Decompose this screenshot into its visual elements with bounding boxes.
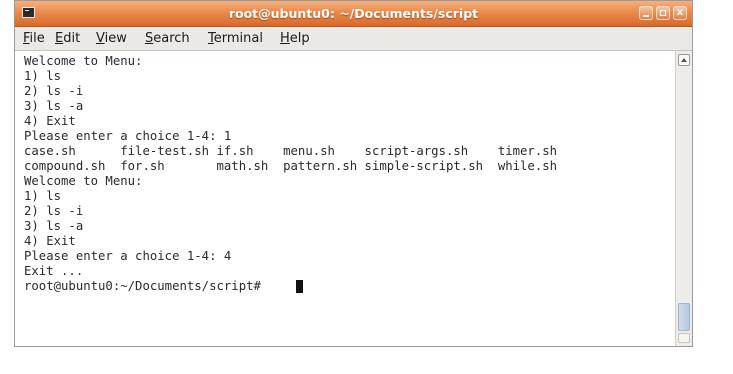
terminal-line: Exit ... xyxy=(24,264,84,278)
terminal-line: Welcome to Menu: xyxy=(24,54,143,68)
terminal-window: root@ubuntu0: ~/Documents/script x File … xyxy=(14,0,693,347)
terminal-line: compound.sh for.sh math.sh pattern.sh si… xyxy=(24,159,558,173)
terminal-line: 4) Exit xyxy=(24,114,76,128)
menu-file[interactable]: File xyxy=(23,31,45,46)
menu-edit[interactable]: Edit xyxy=(55,31,80,46)
scroll-up-arrow-icon[interactable] xyxy=(678,54,690,66)
title-bar[interactable]: root@ubuntu0: ~/Documents/script x xyxy=(15,1,692,27)
terminal-line: 1) ls xyxy=(24,189,62,203)
scroll-down-arrow-icon[interactable] xyxy=(678,333,690,343)
terminal-line: Please enter a choice 1-4: 4 xyxy=(24,249,232,263)
terminal-line: 2) ls -i xyxy=(24,204,84,218)
close-button[interactable]: x xyxy=(673,6,687,20)
menu-view[interactable]: View xyxy=(96,31,127,46)
prompt-line: root@ubuntu0:~/Documents/script# xyxy=(24,279,269,293)
terminal-line: 3) ls -a xyxy=(24,219,84,233)
menu-bar: File Edit View Search Terminal Help xyxy=(15,27,692,51)
terminal-line: Please enter a choice 1-4: 1 xyxy=(24,129,232,143)
terminal-line: case.sh file-test.sh if.sh menu.sh scrip… xyxy=(24,144,558,158)
window-title: root@ubuntu0: ~/Documents/script xyxy=(228,6,479,21)
terminal-line: 1) ls xyxy=(24,69,62,83)
menu-help[interactable]: Help xyxy=(280,31,310,46)
menu-search[interactable]: Search xyxy=(145,31,190,46)
terminal-line: Welcome to Menu: xyxy=(24,174,143,188)
text-cursor xyxy=(296,280,303,293)
maximize-button[interactable] xyxy=(656,6,670,20)
terminal-line: 4) Exit xyxy=(24,234,76,248)
terminal-output[interactable]: Welcome to Menu: 1) ls 2) ls -i 3) ls -a… xyxy=(15,51,675,346)
vertical-scrollbar[interactable] xyxy=(675,51,692,346)
menu-terminal[interactable]: Terminal xyxy=(208,31,263,46)
terminal-line: 2) ls -i xyxy=(24,84,84,98)
scrollbar-thumb[interactable] xyxy=(678,303,690,331)
terminal-line: 3) ls -a xyxy=(24,99,84,113)
minimize-button[interactable] xyxy=(639,6,653,20)
